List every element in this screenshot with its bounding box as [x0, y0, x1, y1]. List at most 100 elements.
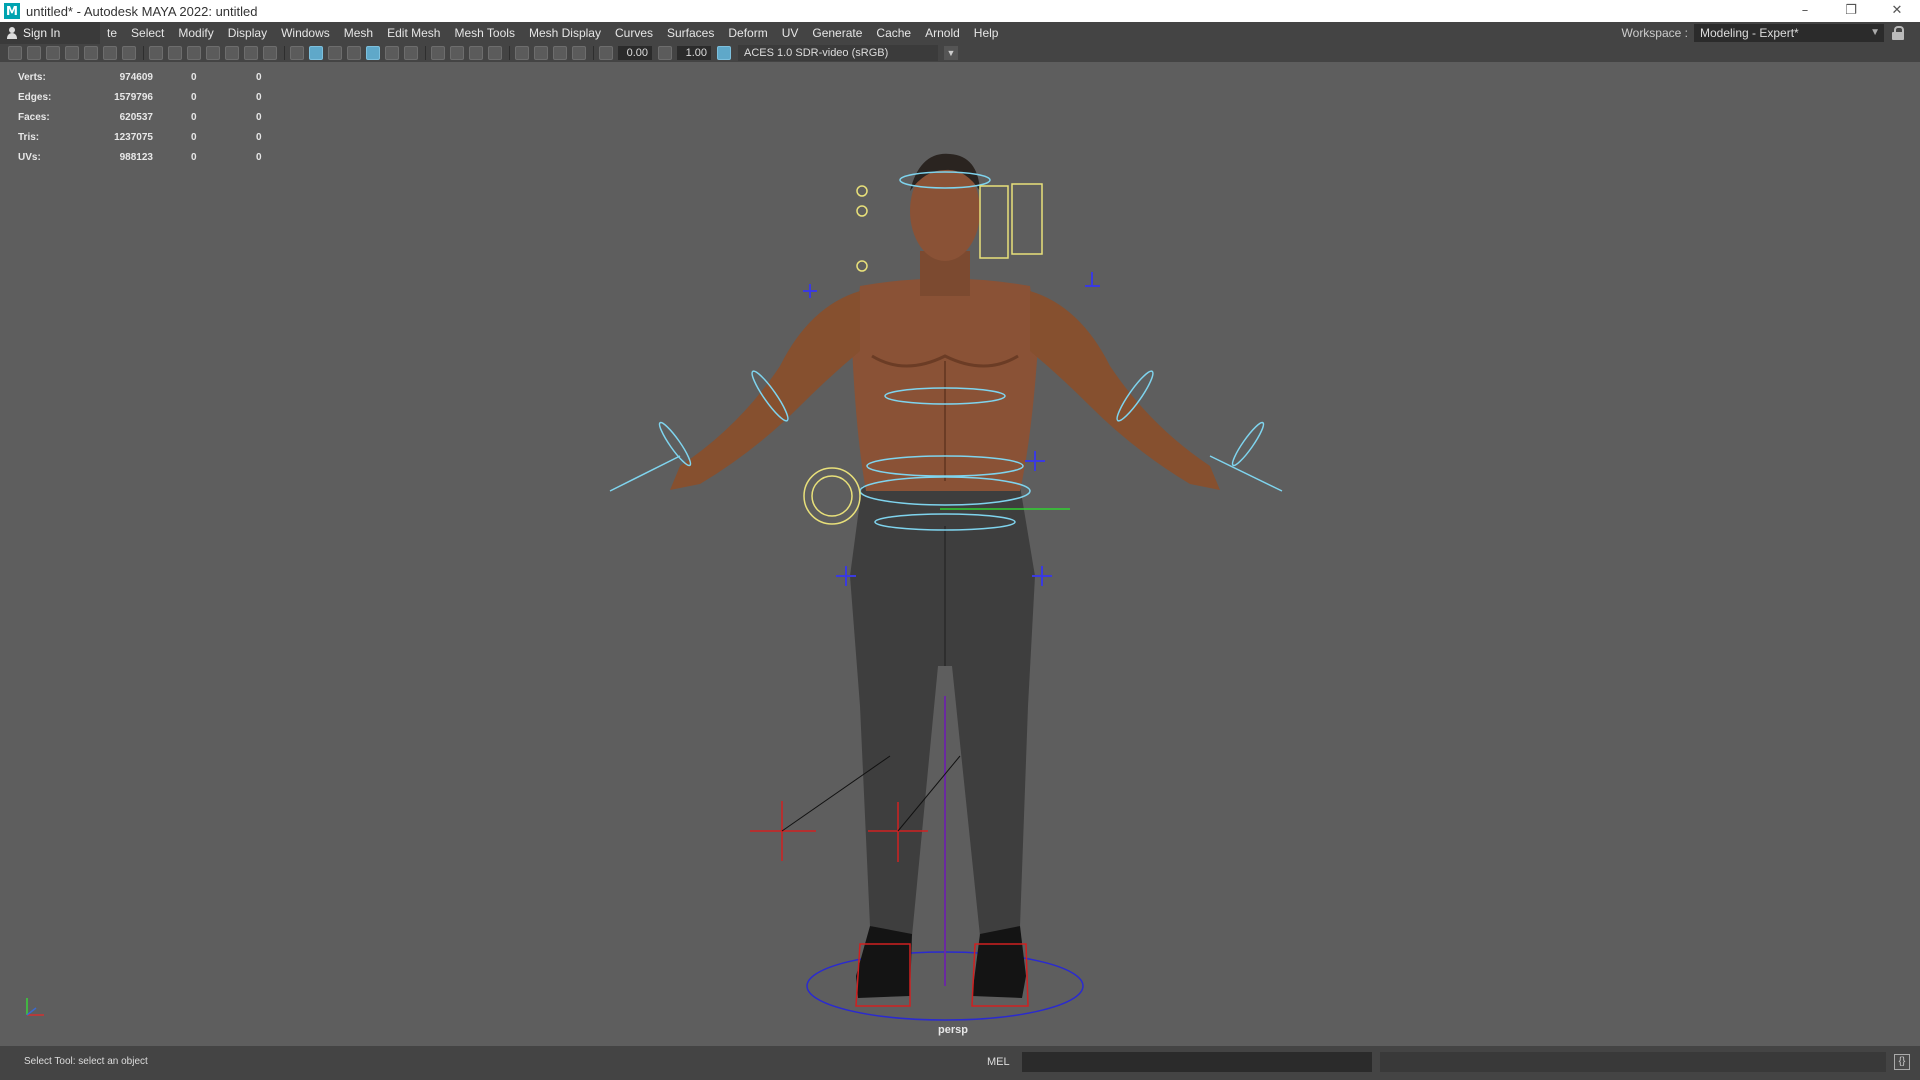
minimize-button[interactable]: – — [1782, 0, 1828, 22]
menu-item-mesh[interactable]: Mesh — [337, 22, 380, 44]
menu-item-edit-mesh[interactable]: Edit Mesh — [380, 22, 447, 44]
menu-item-windows[interactable]: Windows — [274, 22, 337, 44]
resolution-gate-icon[interactable] — [187, 46, 201, 60]
menu-item-deform[interactable]: Deform — [721, 22, 774, 44]
bookmarks-2d-icon[interactable] — [84, 46, 98, 60]
toolbar-separator — [593, 46, 594, 60]
right-arm — [1030, 291, 1220, 490]
xray-active-components-icon[interactable] — [553, 46, 567, 60]
workspace-label: Workspace : — [1621, 26, 1688, 40]
toolbar-separator — [284, 46, 285, 60]
safe-title-icon[interactable] — [263, 46, 277, 60]
xray-icon[interactable] — [534, 46, 548, 60]
grease-pencil-icon[interactable] — [122, 46, 136, 60]
camera-name-label: persp — [938, 1024, 968, 1036]
menu-item-mesh-display[interactable]: Mesh Display — [522, 22, 608, 44]
exposure-icon[interactable] — [599, 46, 613, 60]
hud-value: 0 — [256, 152, 262, 163]
wireframe-icon[interactable] — [290, 46, 304, 60]
help-line-text: Select Tool: select an object — [24, 1056, 148, 1067]
menu-item-generate[interactable]: Generate — [805, 22, 869, 44]
ik-pole-control — [1025, 451, 1045, 471]
default-material-icon[interactable] — [328, 46, 342, 60]
anti-aliasing-icon[interactable] — [469, 46, 483, 60]
bookmark-icon[interactable] — [46, 46, 60, 60]
menu-item-help[interactable]: Help — [967, 22, 1006, 44]
gamma-icon[interactable] — [658, 46, 672, 60]
eye-control — [856, 185, 868, 197]
hud-value: 0 — [191, 92, 197, 103]
mel-result-field — [1380, 1052, 1886, 1072]
hud-value: 1237075 — [114, 132, 153, 143]
menu-item-arnold[interactable]: Arnold — [918, 22, 967, 44]
image-plane-icon[interactable] — [65, 46, 79, 60]
wireframe-on-shaded-icon[interactable] — [347, 46, 361, 60]
lock-icon[interactable] — [1892, 26, 1904, 40]
poly-count-hud: Verts: 974609 0 0 Edges: 1579796 0 0 Fac… — [18, 72, 278, 172]
exposure-field[interactable]: 0.00 — [618, 46, 652, 60]
window-title: untitled* - Autodesk MAYA 2022: untitled — [26, 3, 258, 19]
view-axis-icon — [26, 998, 44, 1016]
motion-blur-icon[interactable] — [450, 46, 464, 60]
sign-in-label: Sign In — [23, 26, 61, 40]
menu-item-mesh-tools[interactable]: Mesh Tools — [447, 22, 521, 44]
jeans — [850, 486, 1035, 936]
toolbar-separator — [425, 46, 426, 60]
menu-item-create[interactable]: te — [100, 22, 124, 44]
menu-item-select[interactable]: Select — [124, 22, 171, 44]
xray-joints-icon[interactable] — [572, 46, 586, 60]
menu-item-display[interactable]: Display — [221, 22, 274, 44]
jaw-control — [856, 260, 868, 272]
menu-item-surfaces[interactable]: Surfaces — [660, 22, 721, 44]
gamma-field[interactable]: 1.00 — [677, 46, 711, 60]
mel-command-input[interactable] — [1022, 1052, 1372, 1072]
left-hand-fingers — [609, 455, 681, 492]
left-elbow-control — [803, 284, 817, 298]
hud-value: 0 — [256, 112, 262, 123]
chevron-down-icon[interactable]: ▼ — [944, 46, 958, 60]
hud-value: 0 — [191, 132, 197, 143]
menu-item-modify[interactable]: Modify — [171, 22, 220, 44]
hud-label: Verts: — [18, 72, 46, 83]
left-boot — [856, 926, 912, 998]
field-chart-icon[interactable] — [225, 46, 239, 60]
menu-item-cache[interactable]: Cache — [869, 22, 918, 44]
cog-control-inner — [811, 475, 853, 517]
gate-mask-icon[interactable] — [206, 46, 220, 60]
face-ui-panel — [979, 185, 1009, 259]
maya-logo-icon: M — [4, 3, 20, 19]
main-menubar: Sign In te Select Modify Display Windows… — [0, 22, 1920, 44]
smooth-shade-icon[interactable] — [309, 46, 323, 60]
camera-attributes-icon[interactable] — [27, 46, 41, 60]
film-gate-icon[interactable] — [168, 46, 182, 60]
color-space-dropdown[interactable]: ACES 1.0 SDR-video (sRGB) — [738, 45, 938, 61]
mel-language-toggle[interactable]: MEL — [987, 1056, 1010, 1068]
persp-viewport[interactable]: Verts: 974609 0 0 Edges: 1579796 0 0 Fac… — [0, 62, 1920, 1046]
menu-item-curves[interactable]: Curves — [608, 22, 660, 44]
select-camera-icon[interactable] — [8, 46, 22, 60]
workspace-value: Modeling - Expert* — [1700, 26, 1799, 40]
window-titlebar: M untitled* - Autodesk MAYA 2022: untitl… — [0, 0, 1920, 22]
menu-item-uv[interactable]: UV — [775, 22, 806, 44]
script-editor-button[interactable]: {} — [1894, 1054, 1910, 1070]
right-boot — [972, 926, 1026, 998]
close-button[interactable]: ✕ — [1874, 0, 1920, 22]
workspace-selector: Workspace : Modeling - Expert* ▼ — [1622, 22, 1904, 44]
grid-icon[interactable] — [149, 46, 163, 60]
screen-space-ao-icon[interactable] — [431, 46, 445, 60]
color-management-icon[interactable] — [717, 46, 731, 60]
isolate-select-icon[interactable] — [515, 46, 529, 60]
textured-icon[interactable] — [366, 46, 380, 60]
user-icon — [6, 27, 18, 39]
window-controls: – ❐ ✕ — [1782, 0, 1920, 22]
sign-in-button[interactable]: Sign In — [0, 22, 100, 44]
safe-action-icon[interactable] — [244, 46, 258, 60]
use-all-lights-icon[interactable] — [385, 46, 399, 60]
pan-zoom-icon[interactable] — [103, 46, 117, 60]
rigged-character-model[interactable] — [560, 106, 1360, 1046]
shadows-icon[interactable] — [404, 46, 418, 60]
restore-button[interactable]: ❐ — [1828, 0, 1874, 22]
workspace-dropdown[interactable]: Modeling - Expert* ▼ — [1694, 24, 1884, 42]
depth-of-field-icon[interactable] — [488, 46, 502, 60]
hud-value: 0 — [191, 152, 197, 163]
